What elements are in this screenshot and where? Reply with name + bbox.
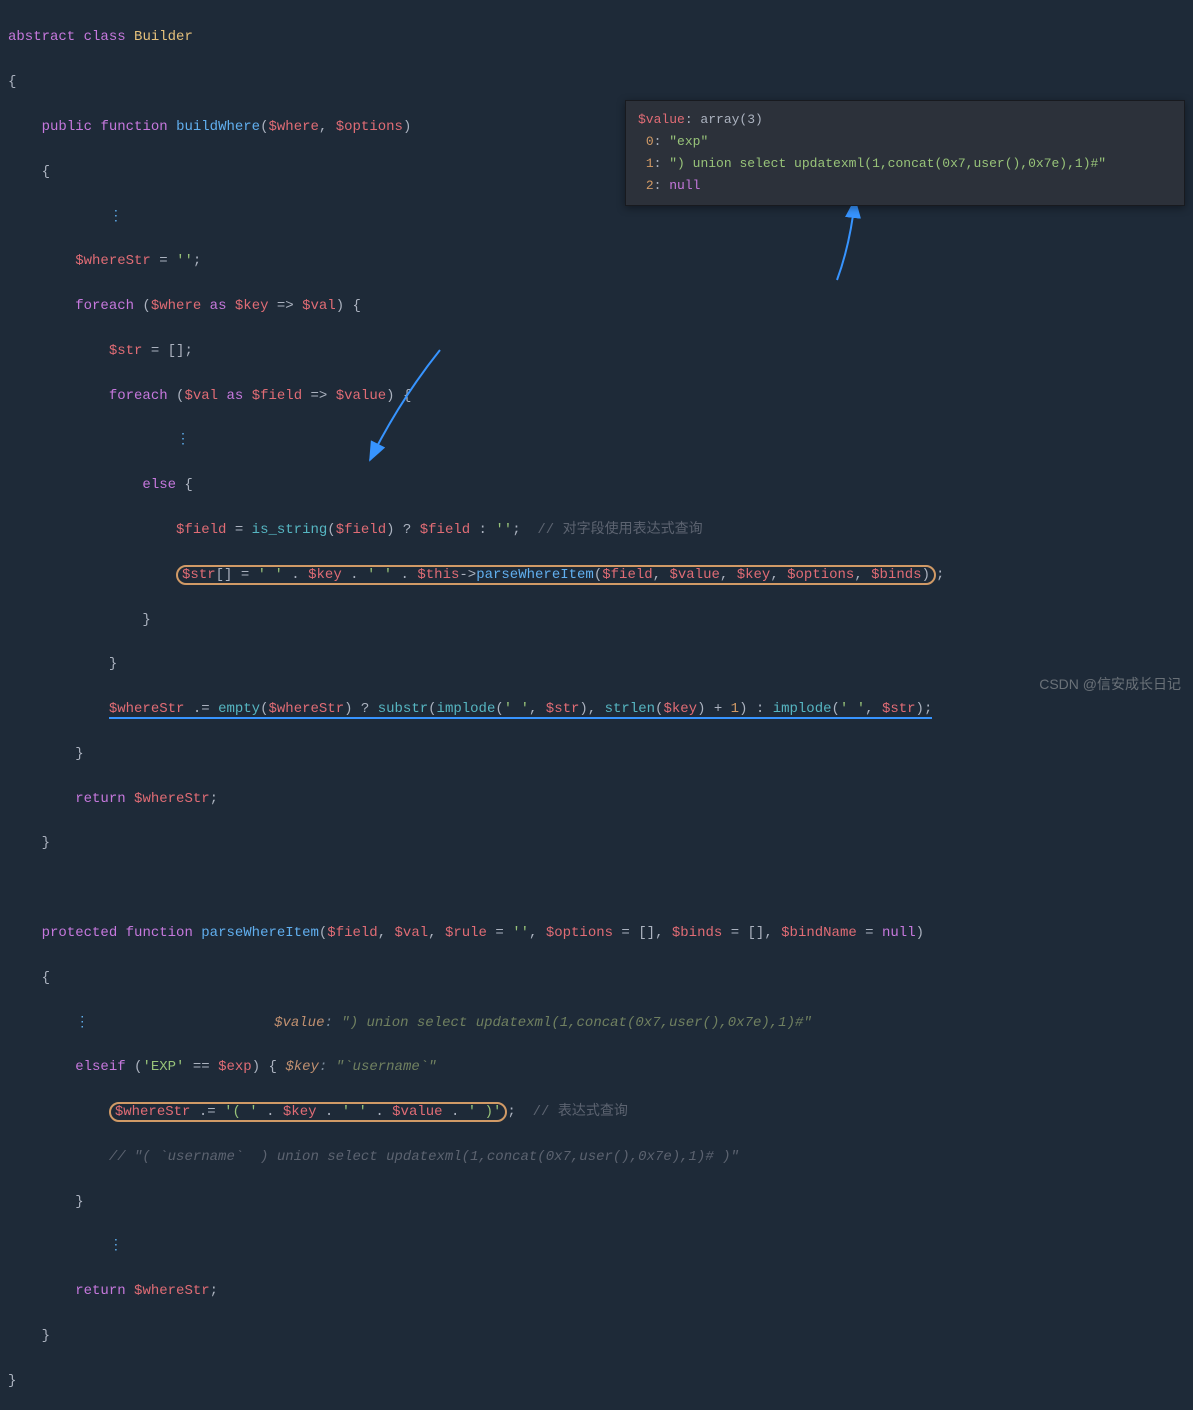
- function-name: buildWhere: [176, 119, 260, 135]
- kw-class: class: [84, 29, 126, 45]
- comment: // 对字段使用表达式查询: [537, 522, 702, 538]
- code-line: return $whereStr;: [8, 788, 1185, 810]
- comment: // "( `username` ) union select updatexm…: [109, 1149, 739, 1165]
- kw-function: function: [100, 119, 167, 135]
- highlighted-expression: $str[] = ' ' . $key . ' ' . $this->parse…: [176, 565, 936, 585]
- code-line: $field = is_string($field) ? $field : ''…: [8, 519, 1185, 541]
- comment: // 表达式查询: [533, 1104, 628, 1120]
- code-line: ⋮ $value: ") union select updatexml(1,co…: [8, 1012, 1185, 1034]
- tooltip-row: 2: null: [638, 175, 1172, 197]
- fold-ellipsis-icon: ⋮: [109, 1238, 123, 1254]
- function-name: parseWhereItem: [201, 925, 319, 941]
- code-line: }: [8, 743, 1185, 765]
- code-line: $whereStr = '';: [8, 250, 1185, 272]
- inline-value-hint: $value: ") union select updatexml(1,conc…: [274, 1015, 812, 1031]
- code-line: abstract class Builder: [8, 26, 1185, 48]
- fold-ellipsis-icon: ⋮: [109, 209, 123, 225]
- fold-ellipsis-icon: ⋮: [176, 432, 190, 448]
- tooltip-header: $value: array(3): [638, 109, 1172, 131]
- code-line: else {: [8, 474, 1185, 496]
- class-name: Builder: [134, 29, 193, 45]
- tooltip-row: 1: ") union select updatexml(1,concat(0x…: [638, 153, 1172, 175]
- code-line: }: [8, 609, 1185, 631]
- code-line: $whereStr .= empty($whereStr) ? substr(i…: [8, 698, 1185, 720]
- inline-value-hint: $key: "`username`": [285, 1059, 436, 1075]
- code-line: ⋮: [8, 429, 1185, 451]
- code-line: }: [8, 653, 1185, 675]
- code-line: }: [8, 1325, 1185, 1347]
- watermark: CSDN @信安成长日记: [1039, 673, 1181, 695]
- underlined-statement: $whereStr .= empty($whereStr) ? substr(i…: [109, 701, 933, 719]
- tooltip-row: 0: "exp": [638, 131, 1172, 153]
- code-line: ⋮: [8, 1235, 1185, 1257]
- code-line: [8, 877, 1185, 899]
- code-line: elseif ('EXP' == $exp) { $key: "`usernam…: [8, 1056, 1185, 1078]
- code-line: $whereStr .= '( ' . $key . ' ' . $value …: [8, 1101, 1185, 1123]
- code-line: protected function parseWhereItem($field…: [8, 922, 1185, 944]
- code-line: {: [8, 71, 1185, 93]
- code-line: foreach ($val as $field => $value) {: [8, 385, 1185, 407]
- code-line: }: [8, 832, 1185, 854]
- code-line: // "( `username` ) union select updatexm…: [8, 1146, 1185, 1168]
- code-line: {: [8, 967, 1185, 989]
- code-editor: abstract class Builder { public function…: [8, 4, 1185, 1410]
- fold-ellipsis-icon: ⋮: [75, 1015, 89, 1031]
- code-line: }: [8, 1370, 1185, 1392]
- code-line: return $whereStr;: [8, 1280, 1185, 1302]
- kw-abstract: abstract: [8, 29, 75, 45]
- code-line: $str[] = ' ' . $key . ' ' . $this->parse…: [8, 564, 1185, 586]
- code-line: }: [8, 1191, 1185, 1213]
- code-line: foreach ($where as $key => $val) {: [8, 295, 1185, 317]
- code-line: $str = [];: [8, 340, 1185, 362]
- kw-public: public: [42, 119, 92, 135]
- code-line: ⋮: [8, 206, 1185, 228]
- highlighted-expression: $whereStr .= '( ' . $key . ' ' . $value …: [109, 1102, 508, 1122]
- debug-tooltip: $value: array(3) 0: "exp" 1: ") union se…: [625, 100, 1185, 206]
